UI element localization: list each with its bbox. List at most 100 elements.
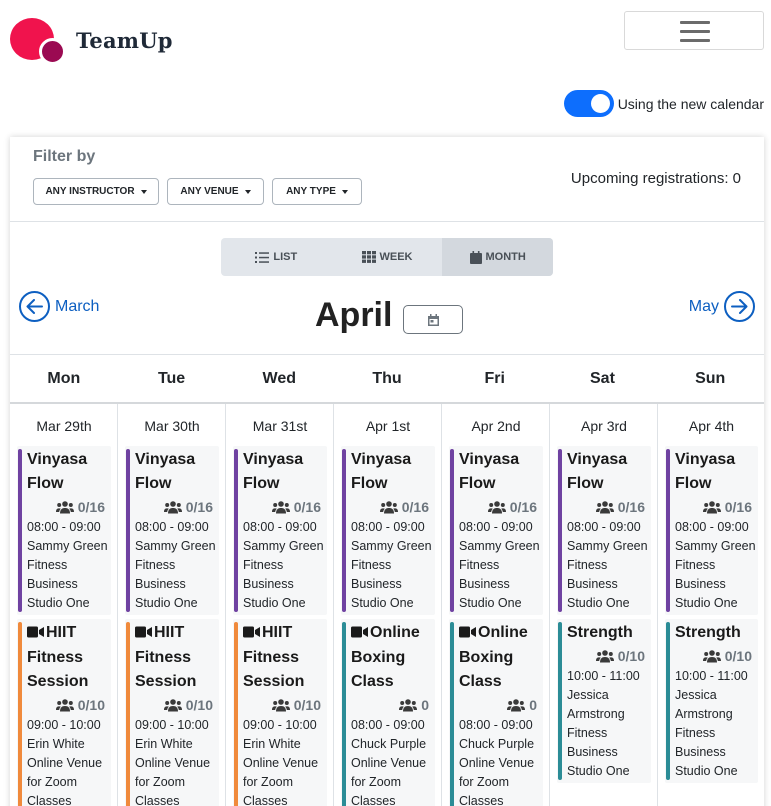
event-instructor: Sammy Green [675, 539, 756, 553]
event-venue-line: Classes [243, 794, 288, 806]
event-time: 08:00 - 09:00 [135, 520, 209, 534]
event-time: 08:00 - 09:00 [243, 520, 317, 534]
event-title-row: Vinyasa Flow [567, 448, 649, 496]
event-instructor: Sammy Green [567, 539, 648, 553]
users-icon [163, 500, 182, 514]
next-month-label: May [688, 297, 719, 315]
calendar-icon [469, 250, 482, 264]
event-title-row: Strength [567, 621, 649, 645]
type-filter-dropdown[interactable]: ANY TYPE [272, 178, 362, 205]
event-capacity: 0/16 [243, 496, 321, 518]
event-color-stripe [18, 449, 22, 612]
event-title: Vinyasa Flow [459, 451, 520, 492]
users-icon [507, 698, 526, 712]
event-instructor: Erin White [27, 737, 85, 751]
event-color-stripe [342, 449, 346, 612]
event-capacity-value: 0/10 [185, 697, 213, 713]
event-card[interactable]: HIIT Fitness Session 0/10 09:00 - 10:00 Eri… [17, 619, 111, 806]
month-view-button[interactable]: MONTH [442, 238, 553, 276]
event-venue-line: Armstrong [567, 707, 625, 721]
event-time: 09:00 - 10:00 [135, 718, 209, 732]
list-icon [255, 251, 270, 263]
event-capacity-value: 0/10 [617, 648, 645, 664]
event-card[interactable]: Vinyasa Flow 0/16 08:00 - 09:00 Sammy Green… [17, 446, 111, 615]
week-view-button[interactable]: WEEK [332, 238, 443, 276]
teamup-logo-icon[interactable] [10, 18, 66, 65]
event-instructor: Sammy Green [135, 539, 216, 553]
event-venue-line: Classes [351, 794, 396, 806]
event-card[interactable]: Vinyasa Flow 0/16 08:00 - 09:00 Sammy Green… [449, 446, 543, 615]
video-camera-icon [27, 622, 44, 646]
event-venue-line: Business [135, 577, 186, 591]
event-capacity: 0/10 [27, 694, 105, 716]
event-capacity-value: 0/16 [617, 499, 645, 515]
weekday-header-fri: Fri [484, 369, 505, 387]
event-venue-line: Fitness [675, 558, 716, 572]
event-capacity: 0/10 [675, 645, 752, 667]
instructor-filter-dropdown[interactable]: ANY INSTRUCTOR [33, 178, 159, 205]
day-date: Apr 2nd [471, 418, 521, 434]
event-venue-line: Business [675, 745, 726, 759]
event-title: Strength [567, 624, 633, 641]
hamburger-bar [680, 39, 710, 42]
list-view-button[interactable]: LIST [221, 238, 332, 276]
event-color-stripe [18, 622, 22, 806]
event-card[interactable]: Online Boxing Class 0 08:00 - 09:00 Chuck P… [449, 619, 543, 806]
event-venue-line: Online Venue [243, 756, 319, 770]
event-time: 09:00 - 10:00 [243, 718, 317, 732]
event-card[interactable]: Vinyasa Flow 0/16 08:00 - 09:00 Sammy Green… [233, 446, 327, 615]
event-capacity: 0 [351, 694, 429, 716]
event-venue-line: for Zoom [351, 775, 402, 789]
event-card[interactable]: Vinyasa Flow 0/16 08:00 - 09:00 Sammy Green… [557, 446, 651, 615]
day-date: Mar 29th [36, 418, 92, 434]
event-venue-line: Online Venue [459, 756, 535, 770]
event-instructor: Erin White [135, 737, 193, 751]
event-capacity: 0 [459, 694, 537, 716]
event-time: 08:00 - 09:00 [567, 520, 641, 534]
hamburger-menu-button[interactable] [624, 11, 764, 50]
event-card[interactable]: HIIT Fitness Session 0/10 09:00 - 10:00 Eri… [233, 619, 327, 806]
event-instructor: Sammy Green [459, 539, 540, 553]
event-time: 08:00 - 09:00 [351, 520, 425, 534]
event-title-row: Strength [675, 621, 757, 645]
event-title-row: Vinyasa Flow [351, 448, 433, 496]
date-picker-button[interactable] [403, 305, 463, 334]
users-icon [595, 500, 614, 514]
weekday-header-thu: Thu [372, 369, 402, 387]
day-cell: Apr 2nd Vinyasa Flow 0/16 08:00 - 09:00 Samm… [442, 404, 550, 806]
calendar-week-row: Mar 29th Vinyasa Flow 0/16 08:00 - 09:00 Sam… [10, 404, 764, 806]
event-card[interactable]: Vinyasa Flow 0/16 08:00 - 09:00 Sammy Green… [665, 446, 758, 615]
event-title-row: Vinyasa Flow [459, 448, 541, 496]
event-card[interactable]: Vinyasa Flow 0/16 08:00 - 09:00 Sammy Green… [125, 446, 219, 615]
event-venue-line: Fitness [27, 558, 68, 572]
video-camera-icon [135, 622, 152, 646]
event-capacity-value: 0/16 [77, 499, 105, 515]
type-filter-label: ANY TYPE [286, 186, 336, 197]
event-capacity-value: 0/10 [77, 697, 105, 713]
event-color-stripe [450, 622, 454, 806]
filter-title: Filter by [33, 148, 96, 165]
event-card[interactable]: Vinyasa Flow 0/16 08:00 - 09:00 Sammy Green… [341, 446, 435, 615]
brand-name[interactable]: TeamUp [76, 28, 173, 53]
users-icon [55, 500, 74, 514]
event-title: Vinyasa Flow [27, 451, 88, 492]
new-calendar-toggle[interactable] [563, 90, 614, 117]
event-time: 08:00 - 09:00 [351, 718, 425, 732]
event-card[interactable]: HIIT Fitness Session 0/10 09:00 - 10:00 Eri… [125, 619, 219, 806]
weekday-header-mon: Mon [47, 369, 81, 387]
caret-down-icon [140, 189, 147, 194]
previous-month-link[interactable]: March [19, 291, 99, 322]
instructor-filter-label: ANY INSTRUCTOR [45, 186, 135, 197]
event-venue-line: for Zoom [27, 775, 78, 789]
weekday-header-wed: Wed [262, 369, 297, 387]
event-instructor: Sammy Green [351, 539, 432, 553]
event-card[interactable]: Online Boxing Class 0 08:00 - 09:00 Chuck P… [341, 619, 435, 806]
venue-filter-dropdown[interactable]: ANY VENUE [167, 178, 264, 205]
event-title-row: HIIT Fitness Session [27, 621, 109, 694]
event-title-row: Vinyasa Flow [135, 448, 217, 496]
event-instructor: Jessica [675, 688, 717, 702]
event-card[interactable]: Strength 0/10 10:00 - 11:00 Jessica Armstron… [665, 619, 758, 783]
event-card[interactable]: Strength 0/10 10:00 - 11:00 Jessica Armstron… [557, 619, 651, 783]
day-date: Mar 31st [252, 418, 308, 434]
next-month-link[interactable]: May [689, 291, 755, 322]
